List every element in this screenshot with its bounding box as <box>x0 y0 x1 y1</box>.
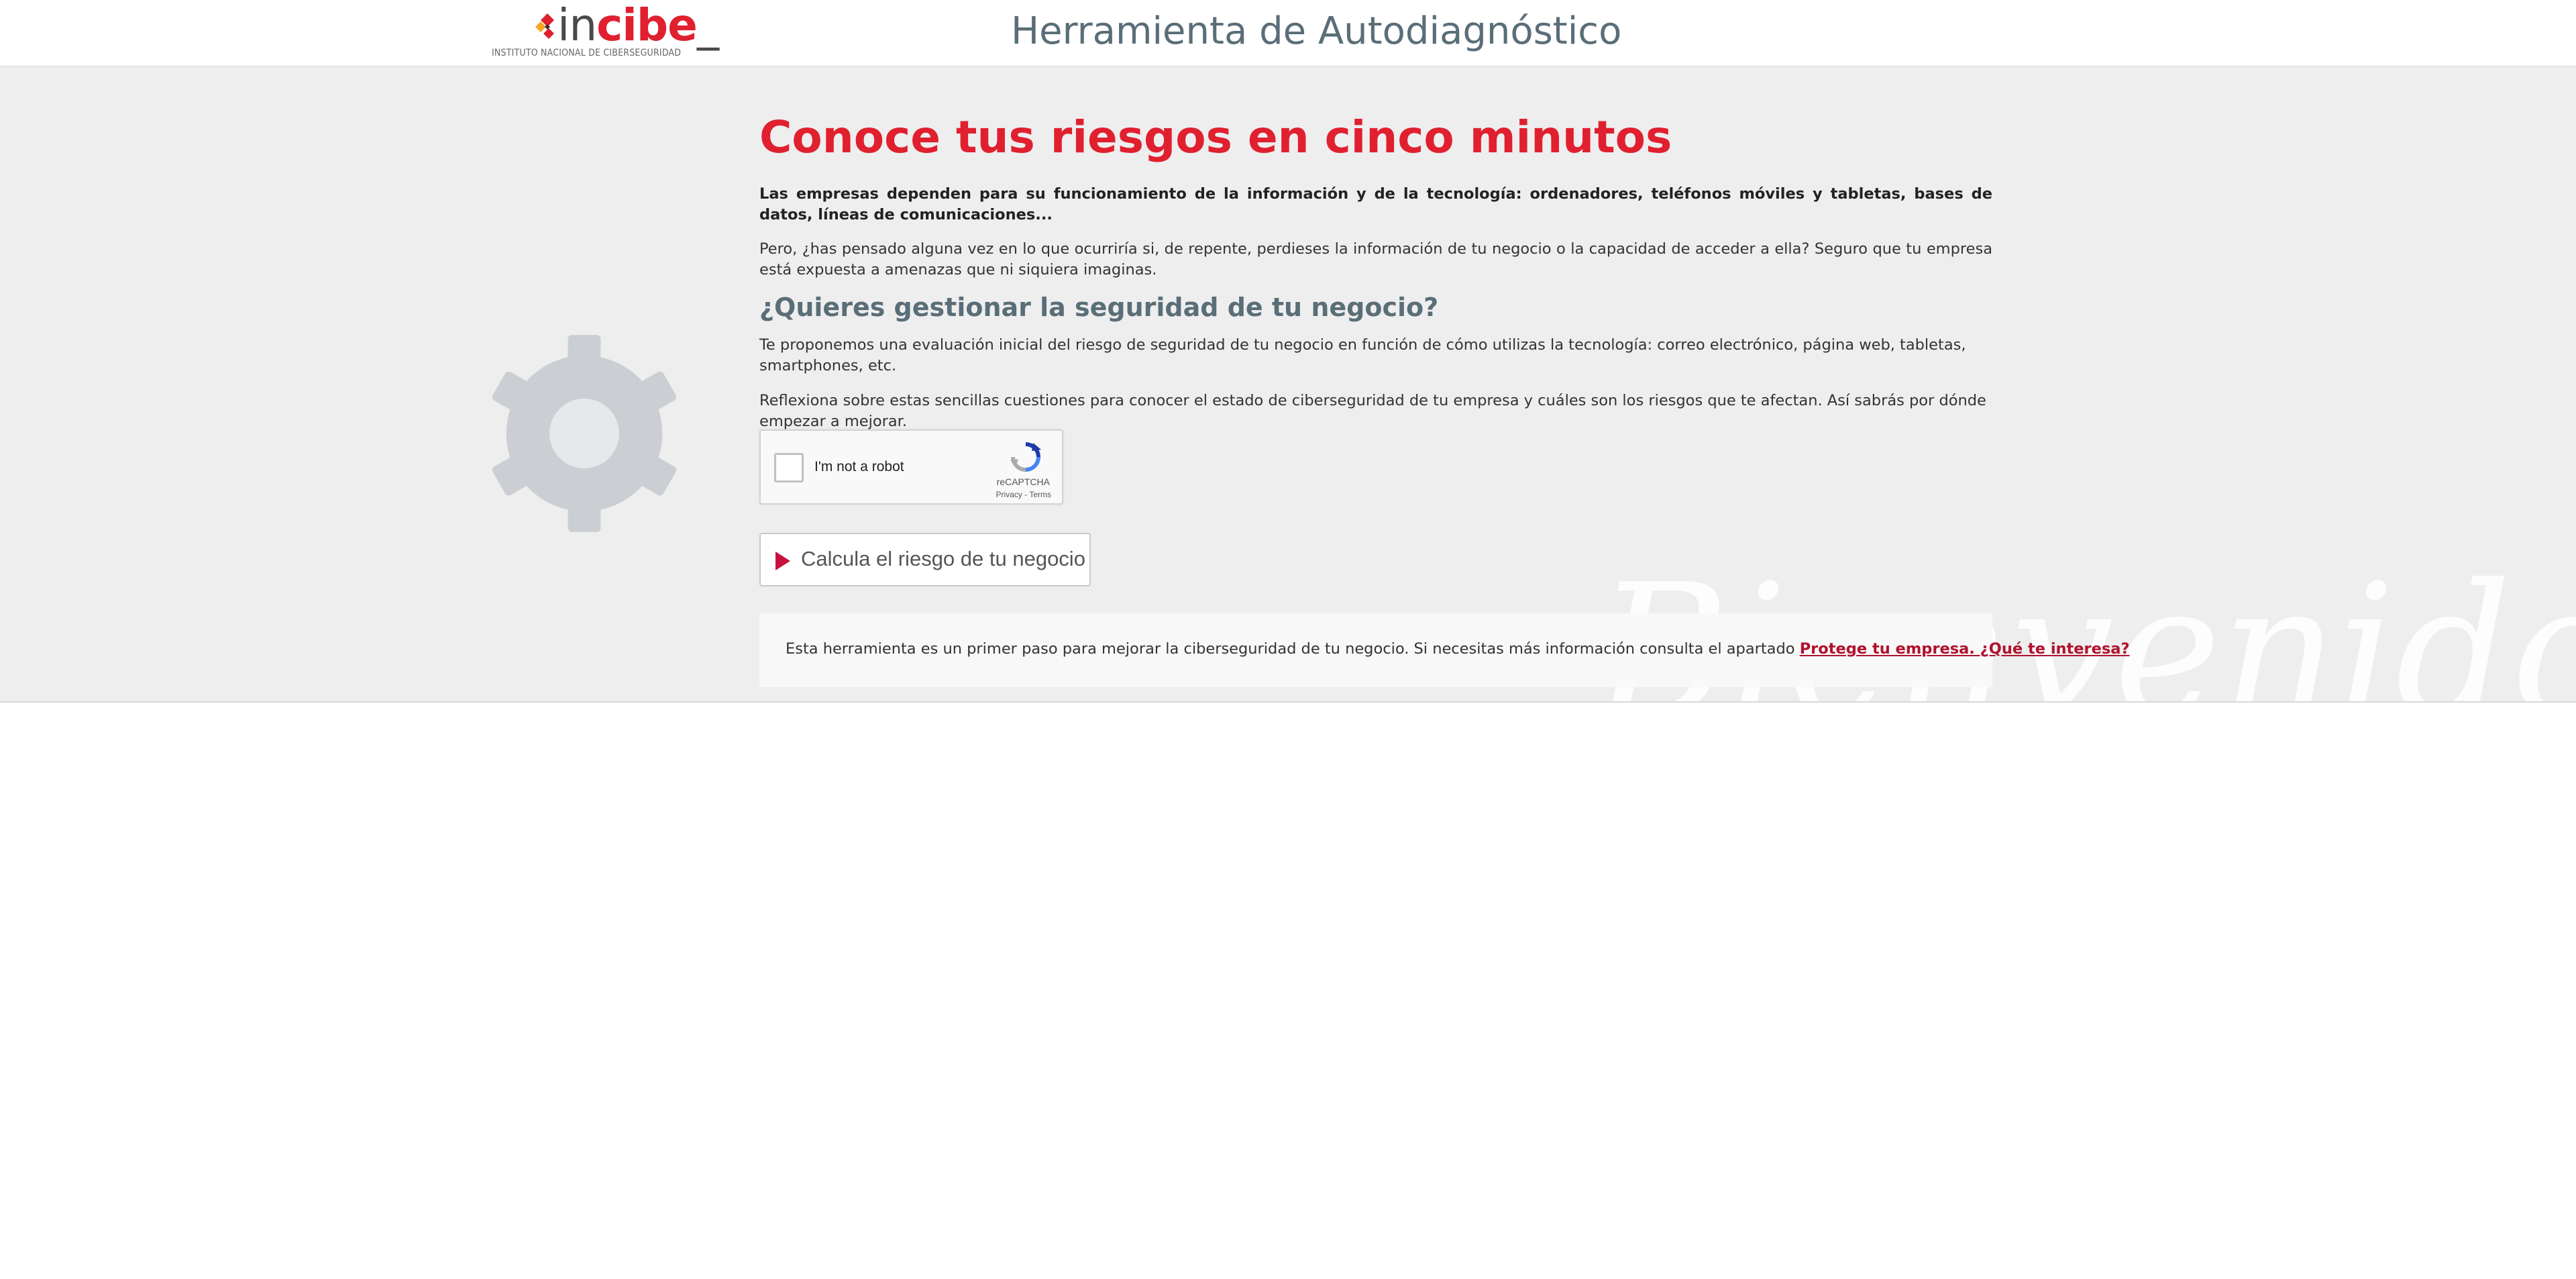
recaptcha-terms-link[interactable]: Terms <box>1029 490 1051 499</box>
logo-text-in: in <box>557 0 597 51</box>
logo-wordmark: incibe_ <box>557 0 719 51</box>
logo-text-cibe: cibe <box>596 0 698 51</box>
protect-company-link[interactable]: Protege tu empresa. ¿Qué te interesa? <box>1800 640 2130 658</box>
info-box: Esta herramienta es un primer paso para … <box>759 613 2130 687</box>
recaptcha-links: Privacy - Terms <box>996 490 1051 499</box>
app-title: Herramienta de Autodiagnóstico <box>1011 9 1622 53</box>
info-message: Esta herramienta es un primer paso para … <box>786 640 1800 658</box>
recaptcha-icon <box>1010 442 1041 472</box>
main-content: Conoce tus riesgos en cinco minutos Las … <box>759 106 1992 432</box>
recaptcha-brand: reCAPTCHA <box>996 476 1050 487</box>
recaptcha-separator: - <box>1022 490 1030 499</box>
gear-icon <box>492 335 677 532</box>
play-icon <box>775 552 790 570</box>
recaptcha-checkbox[interactable] <box>774 453 804 482</box>
calculate-risk-button[interactable]: Calcula el riesgo de tu negocio <box>759 533 1091 586</box>
recaptcha-label: I'm not a robot <box>814 459 904 474</box>
evaluation-paragraph: Te proponemos una evaluación inicial del… <box>759 336 1966 374</box>
site-header: incibe_ INSTITUTO NACIONAL DE CIBERSEGUR… <box>0 0 2576 67</box>
page-heading: Conoce tus riesgos en cinco minutos <box>759 111 1672 163</box>
reflection-paragraph: Reflexiona sobre estas sencillas cuestio… <box>759 392 1986 430</box>
recaptcha-widget: I'm not a robot reCAPTCHA Privacy - Term… <box>759 429 1063 505</box>
logo-text-underscore: _ <box>696 0 719 51</box>
recaptcha-privacy-link[interactable]: Privacy <box>996 490 1022 499</box>
intro-paragraph: Pero, ¿has pensado alguna vez en lo que … <box>759 240 1992 278</box>
logo-subtitle: INSTITUTO NACIONAL DE CIBERSEGURIDAD <box>492 48 682 58</box>
incibe-logo[interactable]: incibe_ INSTITUTO NACIONAL DE CIBERSEGUR… <box>488 0 719 62</box>
section-subheading: ¿Quieres gestionar la seguridad de tu ne… <box>759 293 1439 322</box>
calculate-risk-label: Calcula el riesgo de tu negocio <box>801 547 1085 570</box>
lead-paragraph: Las empresas dependen para su funcionami… <box>759 185 1992 223</box>
info-text: Esta herramienta es un primer paso para … <box>786 640 2130 658</box>
